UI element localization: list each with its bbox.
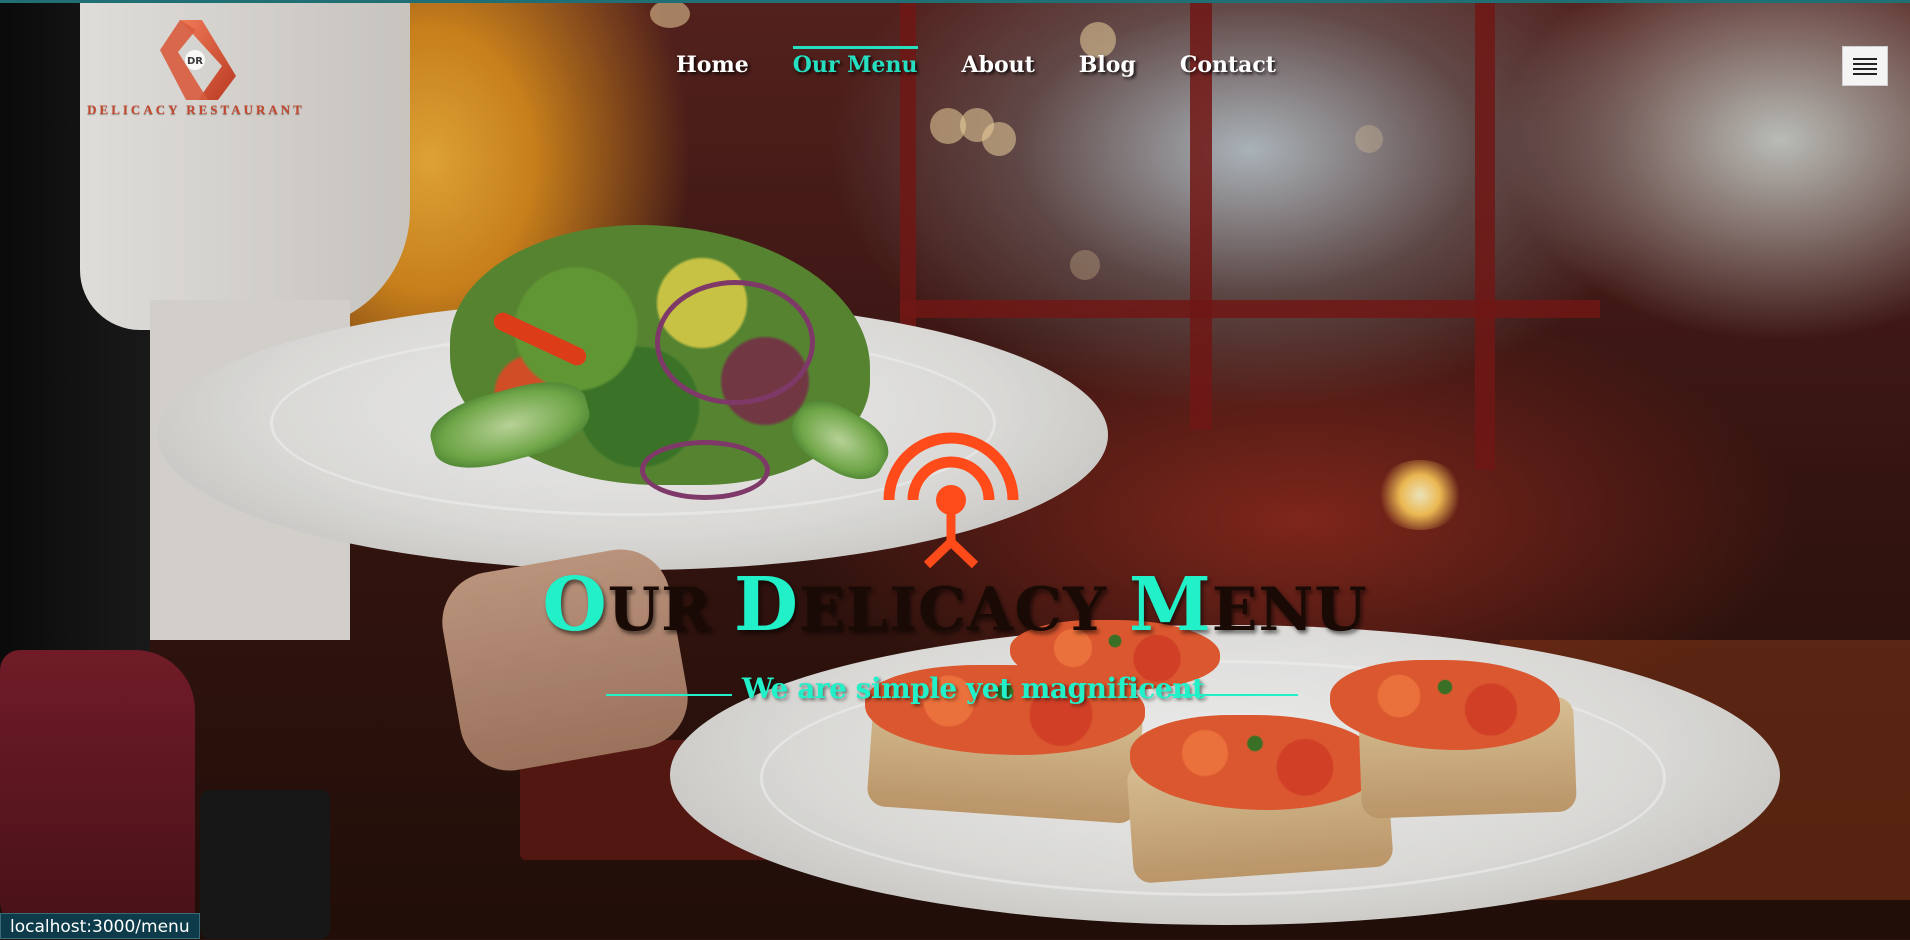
nav-our-menu[interactable]: Our Menu xyxy=(792,46,918,88)
hamburger-icon xyxy=(1853,57,1877,60)
broadcast-icon xyxy=(883,432,1019,569)
status-bar-url: localhost:3000/menu xyxy=(0,913,200,939)
menu-toggle-button[interactable] xyxy=(1842,46,1888,86)
nav-about[interactable]: About xyxy=(962,48,1035,88)
hero-title: OUR DELICACY MENU xyxy=(542,562,1368,648)
hero-subtitle-row: We are simple yet magnificent xyxy=(606,672,1306,712)
subtitle-divider-right xyxy=(1168,694,1298,696)
logo-ribbon-icon: DR xyxy=(160,20,236,100)
brand-logo[interactable]: DR DELICACY RESTAURANT xyxy=(76,14,316,124)
nav-contact[interactable]: Contact xyxy=(1180,48,1276,88)
main-nav: Home Our Menu About Blog Contact xyxy=(676,46,1320,88)
top-accent-line xyxy=(0,0,1910,3)
nav-home[interactable]: Home xyxy=(676,48,749,88)
subtitle-divider-left xyxy=(606,694,732,696)
svg-text:DR: DR xyxy=(187,56,203,67)
nav-blog[interactable]: Blog xyxy=(1079,48,1136,88)
brand-name: DELICACY RESTAURANT xyxy=(87,102,305,117)
hero-subtitle: We are simple yet magnificent xyxy=(742,672,1205,705)
